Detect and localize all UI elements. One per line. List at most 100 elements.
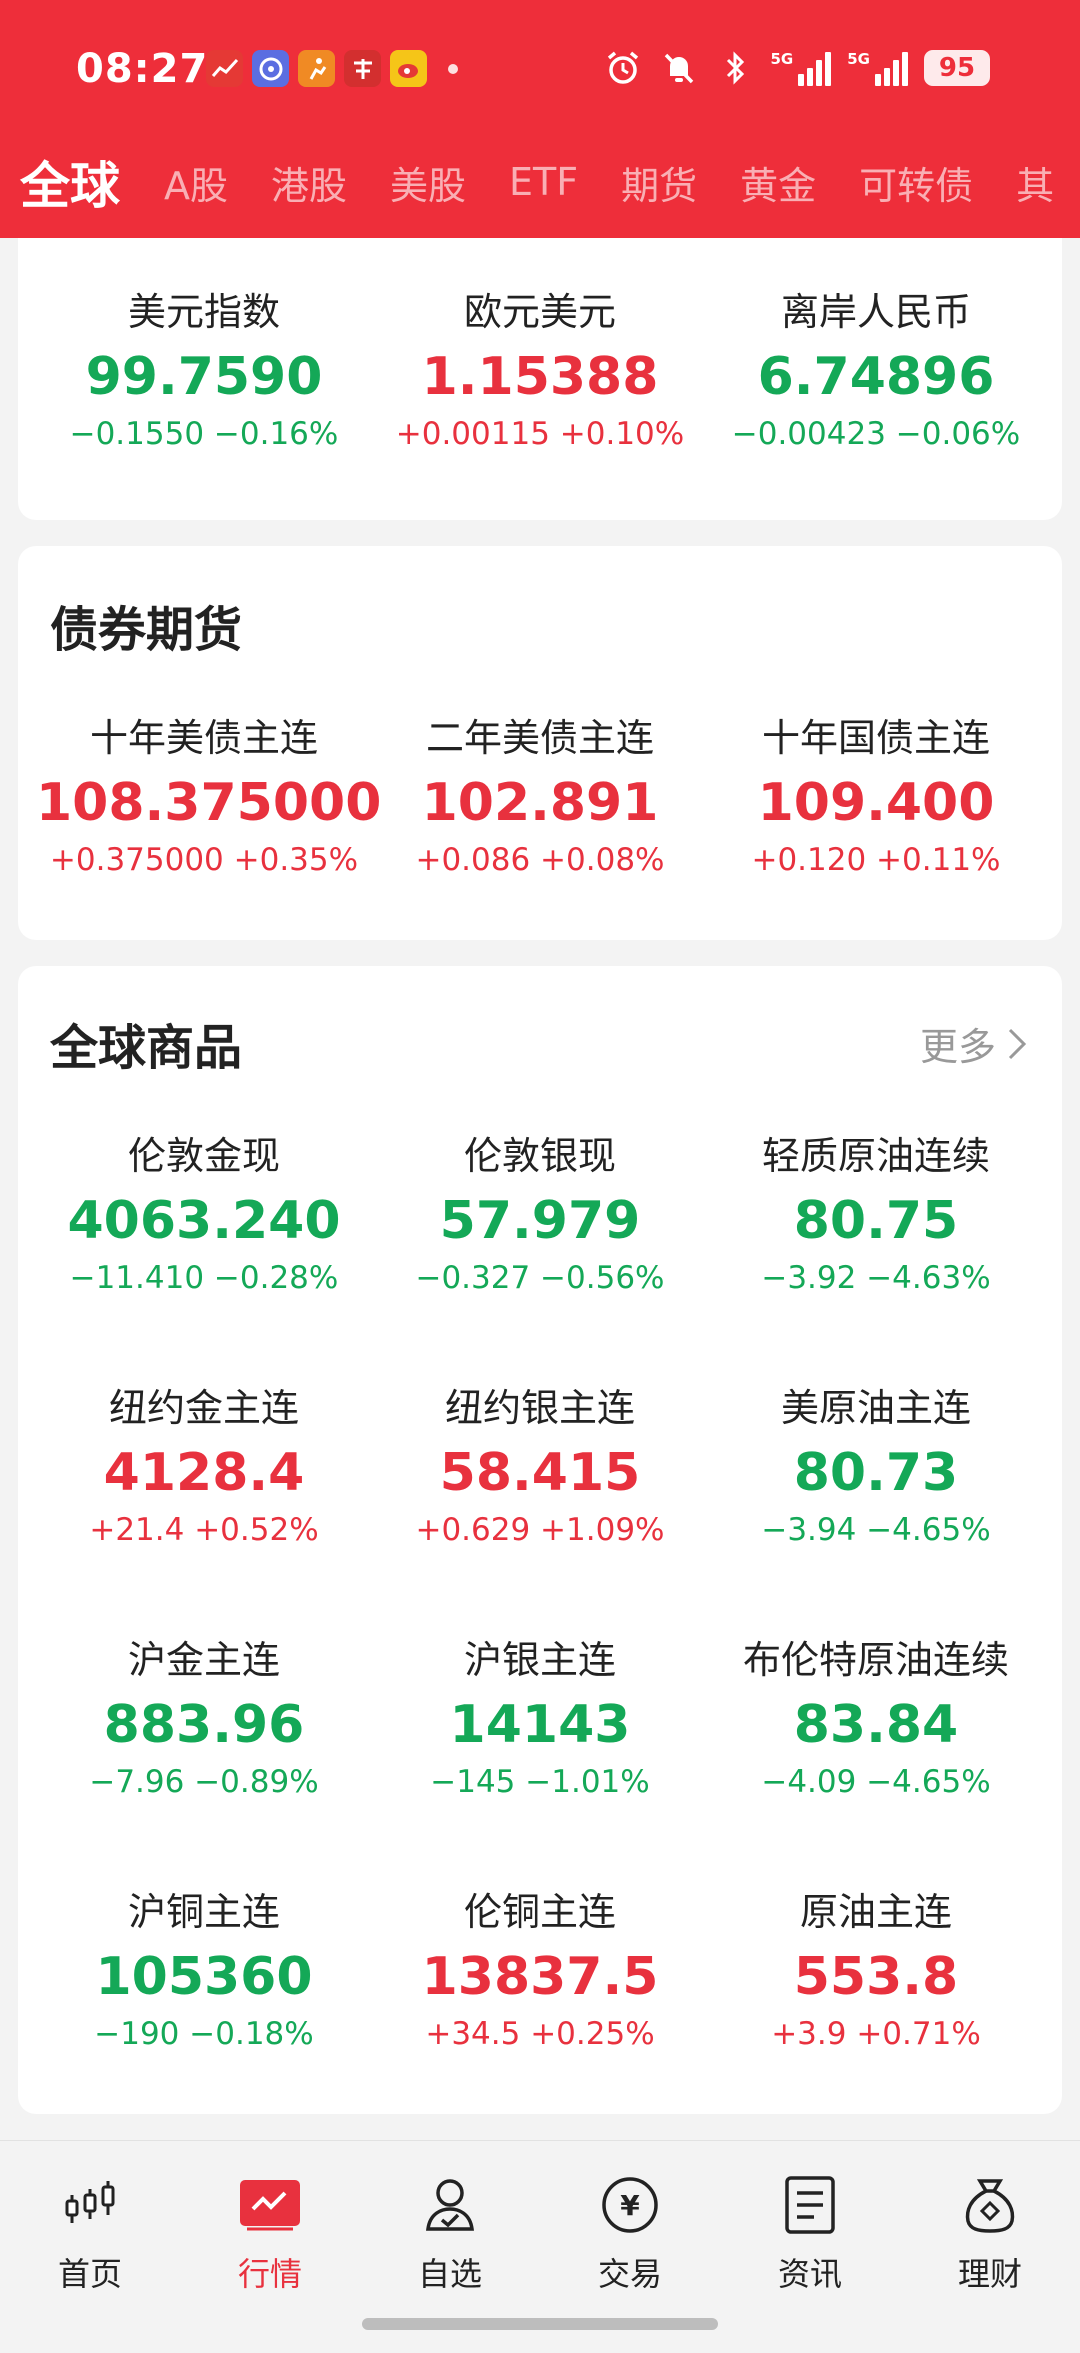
quote-name: 美元指数 — [127, 290, 280, 334]
quote-change: −0.00423 −0.06% — [731, 416, 1021, 452]
news-document-icon — [778, 2173, 842, 2237]
browser-app-icon — [252, 50, 289, 87]
chart-app-icon — [206, 50, 243, 87]
quote-change: −145 −1.01% — [430, 1764, 650, 1800]
nav-label: 理财 — [957, 2255, 1022, 2293]
tab-us-stocks[interactable]: 美股 — [390, 155, 466, 210]
quote-value: 553.8 — [793, 1947, 959, 2007]
quote-name: 二年美债主连 — [425, 716, 654, 760]
status-bar: 08:27 5G 5G 95 — [0, 0, 1080, 140]
quote-name: 轻质原油连续 — [761, 1134, 990, 1178]
quote-name: 沪银主连 — [463, 1638, 616, 1682]
quote-value: 4063.240 — [67, 1191, 341, 1251]
quote-value: 4128.4 — [103, 1443, 305, 1503]
tab-etf[interactable]: ETF — [509, 160, 578, 204]
tab-hk-stocks[interactable]: 港股 — [271, 155, 347, 210]
chevron-right-icon — [1008, 1028, 1027, 1059]
global-commodities-card: 全球商品 更多 伦敦金现 4063.240 −11.410 −0.28% 伦敦银… — [18, 966, 1062, 2114]
market-tabs: 全球 A股 港股 美股 ETF 期货 黄金 可转债 其 — [0, 150, 1080, 214]
quote-cell[interactable]: 沪银主连 14143 −145 −1.01% — [372, 1636, 708, 1888]
quote-cell[interactable]: 伦敦银现 57.979 −0.327 −0.56% — [372, 1132, 708, 1384]
quote-cell[interactable]: 布伦特原油连续 83.84 −4.09 −4.65% — [708, 1636, 1044, 1888]
battery-indicator: 95 — [924, 50, 990, 86]
quote-name: 伦铜主连 — [463, 1890, 616, 1934]
nav-label: 资讯 — [777, 2255, 842, 2293]
app-header: 08:27 5G 5G 95 全球 A股 港股 美股 ETF 期货 黄金 可转债… — [0, 0, 1080, 238]
quote-value: 883.96 — [103, 1695, 305, 1755]
more-link[interactable]: 更多 — [920, 1016, 1028, 1071]
forex-grid: 美元指数 99.7590 −0.1550 −0.16% 欧元美元 1.15388… — [18, 288, 1062, 540]
nav-market[interactable]: 行情 — [180, 2173, 360, 2295]
quote-change: +21.4 +0.52% — [89, 1512, 319, 1548]
quote-change: −3.92 −4.63% — [761, 1260, 991, 1296]
quote-change: +0.629 +1.09% — [415, 1512, 665, 1548]
quote-name: 欧元美元 — [463, 290, 616, 334]
section-title: 债券期货 — [50, 602, 243, 658]
more-label: 更多 — [919, 1025, 996, 1069]
quote-cell[interactable]: 离岸人民币 6.74896 −0.00423 −0.06% — [708, 288, 1044, 540]
quote-cell[interactable]: 十年美债主连 108.375000 +0.375000 +0.35% — [36, 714, 382, 966]
quote-cell[interactable]: 欧元美元 1.15388 +0.00115 +0.10% — [372, 288, 708, 540]
quote-value: 58.415 — [439, 1443, 641, 1503]
quote-name: 纽约金主连 — [108, 1386, 299, 1430]
quote-value: 1.15388 — [421, 347, 659, 407]
tab-gold[interactable]: 黄金 — [740, 155, 816, 210]
nav-label: 行情 — [237, 2255, 302, 2293]
nav-home[interactable]: 首页 — [0, 2173, 180, 2295]
quote-change: −0.327 −0.56% — [415, 1260, 665, 1296]
nav-wealth[interactable]: 理财 — [900, 2173, 1080, 2295]
quote-value: 57.979 — [439, 1191, 641, 1251]
tab-a-shares[interactable]: A股 — [164, 155, 228, 210]
quote-cell[interactable]: 伦铜主连 13837.5 +34.5 +0.25% — [372, 1888, 708, 2140]
quote-change: +34.5 +0.25% — [425, 2016, 655, 2052]
quote-cell[interactable]: 美元指数 99.7590 −0.1550 −0.16% — [36, 288, 372, 540]
quote-cell[interactable]: 纽约金主连 4128.4 +21.4 +0.52% — [36, 1384, 372, 1636]
quote-name: 离岸人民币 — [780, 290, 971, 334]
quote-cell[interactable]: 二年美债主连 102.891 +0.086 +0.08% — [372, 714, 708, 966]
quote-value: 108.375000 — [36, 773, 382, 833]
alarm-icon — [603, 48, 643, 88]
home-indicator[interactable] — [362, 2318, 718, 2330]
quote-change: +0.120 +0.11% — [751, 842, 1001, 878]
money-bag-icon — [958, 2173, 1022, 2237]
quote-name: 原油主连 — [799, 1890, 952, 1934]
quote-value: 109.400 — [757, 773, 995, 833]
bond-futures-card: 债券期货 十年美债主连 108.375000 +0.375000 +0.35% … — [18, 546, 1062, 940]
signal-strength-1-icon: 5G — [771, 50, 832, 86]
nav-label: 交易 — [597, 2255, 662, 2293]
quote-cell[interactable]: 美原油主连 80.73 −3.94 −4.65% — [708, 1384, 1044, 1636]
quote-name: 布伦特原油连续 — [742, 1638, 1009, 1682]
quote-value: 102.891 — [421, 773, 659, 833]
forex-card: 美元指数 99.7590 −0.1550 −0.16% 欧元美元 1.15388… — [18, 238, 1062, 520]
tab-global[interactable]: 全球 — [20, 150, 120, 214]
quote-cell[interactable]: 沪铜主连 105360 −190 −0.18% — [36, 1888, 372, 2140]
quote-change: +0.086 +0.08% — [415, 842, 665, 878]
quote-name: 纽约银主连 — [444, 1386, 635, 1430]
quote-cell[interactable]: 纽约银主连 58.415 +0.629 +1.09% — [372, 1384, 708, 1636]
weibo-app-icon — [390, 50, 427, 87]
system-status-icons: 5G 5G 95 — [603, 48, 990, 88]
nav-trade[interactable]: ¥ 交易 — [540, 2173, 720, 2295]
tab-futures[interactable]: 期货 — [621, 155, 697, 210]
quote-name: 沪金主连 — [127, 1638, 280, 1682]
quote-change: +0.375000 +0.35% — [49, 842, 359, 878]
quote-value: 14143 — [449, 1695, 631, 1755]
quote-value: 99.7590 — [85, 347, 323, 407]
nav-news[interactable]: 资讯 — [720, 2173, 900, 2295]
quote-cell[interactable]: 伦敦金现 4063.240 −11.410 −0.28% — [36, 1132, 372, 1384]
quote-name: 沪铜主连 — [127, 1890, 280, 1934]
svg-text:¥: ¥ — [620, 2189, 640, 2222]
quote-name: 美原油主连 — [780, 1386, 971, 1430]
notification-icons — [206, 50, 458, 87]
quote-cell[interactable]: 十年国债主连 109.400 +0.120 +0.11% — [708, 714, 1044, 966]
nav-watchlist[interactable]: 自选 — [360, 2173, 540, 2295]
nav-label: 首页 — [57, 2255, 122, 2293]
commodity-grid: 伦敦金现 4063.240 −11.410 −0.28% 伦敦银现 57.979… — [18, 1132, 1062, 2140]
tab-convertible-bonds[interactable]: 可转债 — [859, 155, 973, 210]
quote-cell[interactable]: 轻质原油连续 80.75 −3.92 −4.63% — [708, 1132, 1044, 1384]
quote-change: −3.94 −4.65% — [761, 1512, 991, 1548]
quote-cell[interactable]: 原油主连 553.8 +3.9 +0.71% — [708, 1888, 1044, 2140]
quote-cell[interactable]: 沪金主连 883.96 −7.96 −0.89% — [36, 1636, 372, 1888]
tab-other[interactable]: 其 — [1016, 155, 1054, 210]
quote-name: 伦敦银现 — [463, 1134, 616, 1178]
